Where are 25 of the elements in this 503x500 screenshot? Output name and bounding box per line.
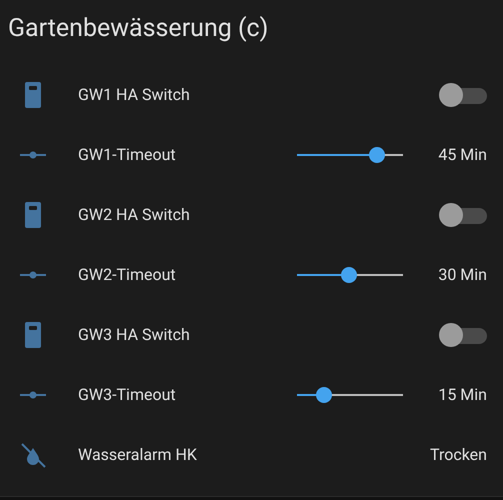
switch-icon xyxy=(25,202,41,228)
sensor-value: Trocken xyxy=(430,444,487,466)
timeout-reading: 30 Min xyxy=(438,264,487,286)
toggle-switch[interactable] xyxy=(439,83,487,107)
slider-thumb[interactable] xyxy=(368,147,385,163)
switch-icon xyxy=(25,82,41,108)
slider-thumb[interactable] xyxy=(316,387,332,403)
slider-icon xyxy=(20,151,46,159)
entity-label: Wasseralarm HK xyxy=(78,444,198,466)
toggle-switch[interactable] xyxy=(439,323,487,347)
card-title: Gartenbewässerung (c) xyxy=(7,13,270,45)
entity-label: GW3-Timeout xyxy=(78,384,177,406)
toggle-switch[interactable] xyxy=(439,203,487,227)
entity-label: GW2 HA Switch xyxy=(78,204,191,226)
entity-label: GW1 HA Switch xyxy=(78,84,191,106)
timeout-reading: 45 Min xyxy=(438,144,487,166)
entity-label: GW1-Timeout xyxy=(78,144,177,166)
slider-icon xyxy=(20,391,46,399)
slider-thumb[interactable] xyxy=(341,267,358,283)
switch-icon xyxy=(25,322,41,348)
water-off-icon xyxy=(20,442,46,468)
entity-label: GW2-Timeout xyxy=(78,264,177,286)
entity-label: GW3 HA Switch xyxy=(78,324,191,346)
slider-icon xyxy=(20,271,46,279)
timeout-reading: 15 Min xyxy=(438,384,487,406)
